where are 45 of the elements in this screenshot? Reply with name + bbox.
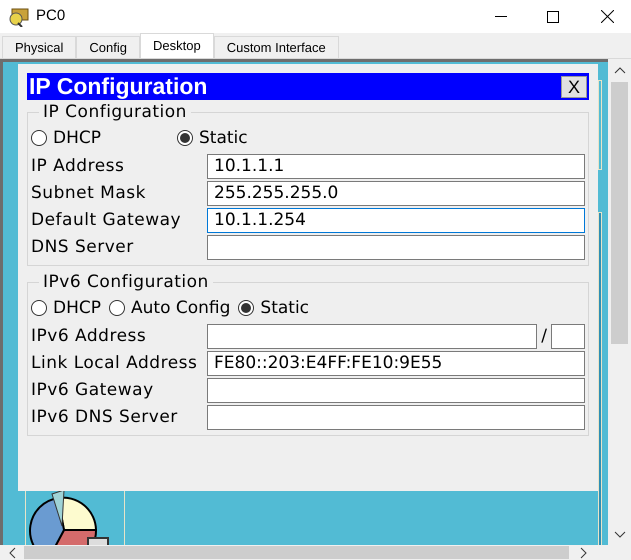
tab[interactable]: Physical [2, 36, 76, 58]
radio-option[interactable]: Static [177, 126, 248, 151]
group-legend: IPv6 Configuration [39, 270, 213, 296]
horizontal-scrollbar[interactable] [0, 545, 631, 560]
field-label: IPv6 Gateway [31, 378, 155, 402]
minimize-icon[interactable] [495, 16, 507, 18]
maximize-icon[interactable] [547, 10, 559, 22]
field-label: DNS Server [31, 236, 135, 259]
field-label: IPv6 DNS Server [31, 406, 179, 429]
input-field[interactable]: 10.1.1.1 [207, 154, 585, 179]
window-title: PC0 [36, 6, 66, 26]
prefix-field[interactable] [551, 324, 585, 349]
pie-chart-icon [28, 490, 110, 545]
scroll-up-icon[interactable] [614, 66, 626, 74]
input-field[interactable] [207, 378, 585, 403]
input-field[interactable] [207, 235, 585, 260]
scroll-left-icon[interactable] [8, 546, 16, 558]
radio-option[interactable]: Static [238, 296, 310, 321]
radio-option[interactable]: DHCP [31, 126, 101, 151]
dialog-title: IP Configuration [29, 72, 208, 102]
input-field[interactable]: 10.1.1.254 [207, 208, 585, 233]
input-field[interactable]: FE80::203:E4FF:FE10:9E55 [207, 351, 585, 376]
field-label: IPv6 Address [31, 324, 148, 348]
slash-separator: / [541, 324, 547, 348]
radio-circle[interactable] [177, 130, 193, 146]
scroll-down-icon[interactable] [614, 531, 626, 539]
input-field[interactable]: 255.255.255.0 [207, 181, 585, 206]
group-legend: IP Configuration [39, 100, 191, 126]
field-label: Link Local Address [31, 352, 198, 375]
input-field[interactable] [207, 405, 585, 430]
tab[interactable]: Config [76, 36, 140, 58]
field-label: IP Address [31, 154, 126, 178]
close-icon[interactable] [601, 10, 614, 23]
tab[interactable]: Desktop [140, 33, 214, 58]
field-label: Subnet Mask [31, 182, 147, 205]
radio-option[interactable]: Auto Config [109, 296, 230, 321]
close-button[interactable]: X [561, 76, 587, 98]
tab[interactable]: Custom Interface [214, 36, 339, 58]
field-label: Default Gateway [31, 208, 182, 232]
radio-circle[interactable] [238, 300, 254, 316]
vertical-scrollbar[interactable] [608, 59, 631, 545]
input-field[interactable] [207, 324, 538, 349]
scroll-right-icon[interactable] [580, 546, 588, 558]
app-icon [8, 6, 30, 26]
radio-option[interactable]: DHCP [31, 296, 101, 321]
